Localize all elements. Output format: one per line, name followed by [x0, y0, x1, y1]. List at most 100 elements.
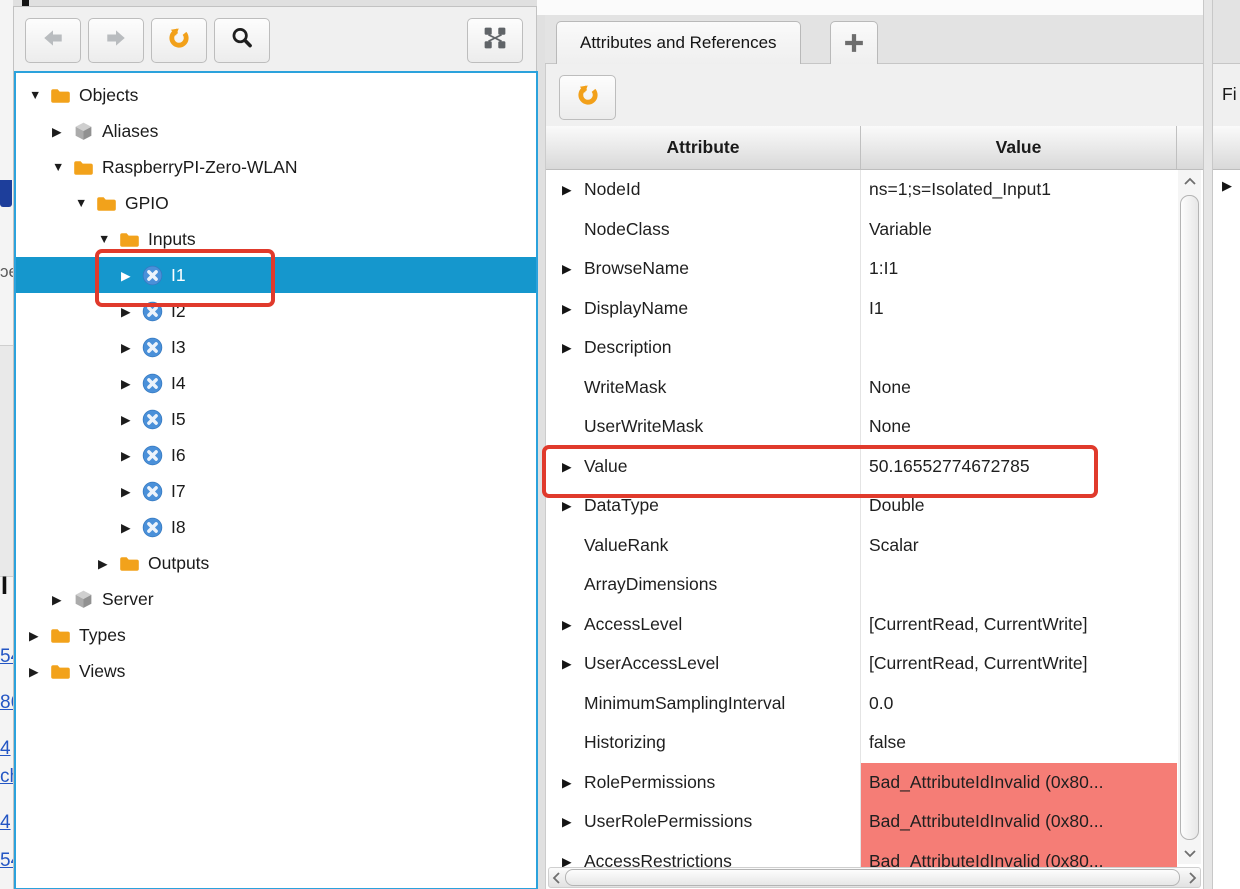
attribute-cell[interactable]: ▶DisplayName	[546, 289, 861, 329]
tree-item-i3[interactable]: ▶I3	[16, 329, 536, 365]
horizontal-scrollbar-thumb[interactable]	[565, 869, 1180, 886]
value-cell[interactable]: I1	[861, 289, 1177, 329]
tree-item-objects[interactable]: ▼Objects	[16, 77, 536, 113]
value-cell[interactable]: 50.16552774672785	[861, 447, 1177, 487]
attribute-cell[interactable]: ▶Description	[546, 328, 861, 368]
table-row[interactable]: ▶UserAccessLevel[CurrentRead, CurrentWri…	[546, 644, 1203, 684]
attribute-cell[interactable]: NodeClass	[546, 210, 861, 250]
chevron-down-icon[interactable]: ▼	[29, 88, 48, 102]
value-cell[interactable]: [CurrentRead, CurrentWrite]	[861, 605, 1177, 645]
horizontal-scrollbar[interactable]	[548, 867, 1201, 888]
chevron-right-icon[interactable]: ▶	[562, 261, 584, 276]
value-cell[interactable]: false	[861, 723, 1177, 763]
column-header-attribute[interactable]: Attribute	[546, 126, 861, 170]
tree-item-gpio[interactable]: ▼GPIO	[16, 185, 536, 221]
chevron-right-icon[interactable]: ▶	[121, 484, 140, 499]
refresh-button[interactable]	[151, 18, 207, 63]
vertical-scrollbar[interactable]	[1178, 170, 1201, 864]
value-cell[interactable]: None	[861, 407, 1177, 447]
attribute-cell[interactable]: ArrayDimensions	[546, 565, 861, 605]
panel-splitter[interactable]	[1203, 0, 1213, 889]
tree-item-views[interactable]: ▶Views	[16, 653, 536, 689]
tree-item-i2[interactable]: ▶I2	[16, 293, 536, 329]
attribute-cell[interactable]: ▶DataType	[546, 486, 861, 526]
back-button[interactable]	[25, 18, 81, 63]
scroll-down-button[interactable]	[1178, 842, 1201, 864]
value-cell[interactable]: ns=1;s=Isolated_Input1	[861, 170, 1177, 210]
chevron-right-icon[interactable]: ▶	[121, 376, 140, 391]
chevron-down-icon[interactable]: ▼	[52, 160, 71, 174]
tab-attributes-and-references[interactable]: Attributes and References	[556, 21, 801, 64]
tree-item-raspberrypi-zero-wlan[interactable]: ▼RaspberryPI-Zero-WLAN	[16, 149, 536, 185]
table-row[interactable]: ▶NodeIdns=1;s=Isolated_Input1	[546, 170, 1203, 210]
value-cell[interactable]	[861, 328, 1177, 368]
table-row[interactable]: ▶AccessLevel[CurrentRead, CurrentWrite]	[546, 605, 1203, 645]
chevron-right-icon[interactable]: ▶	[98, 556, 117, 571]
column-header-value[interactable]: Value	[861, 126, 1177, 170]
chevron-right-icon[interactable]: ▶	[562, 617, 584, 632]
attribute-cell[interactable]: UserWriteMask	[546, 407, 861, 447]
chevron-right-icon[interactable]: ▶	[562, 656, 584, 671]
attribute-cell[interactable]: Historizing	[546, 723, 861, 763]
value-cell[interactable]	[861, 565, 1177, 605]
table-row[interactable]: ▶Value50.16552774672785	[546, 447, 1203, 487]
attribute-cell[interactable]: ▶UserAccessLevel	[546, 644, 861, 684]
attribute-cell[interactable]: MinimumSamplingInterval	[546, 684, 861, 724]
table-row[interactable]: ValueRankScalar	[546, 526, 1203, 566]
tree-item-server[interactable]: ▶Server	[16, 581, 536, 617]
tree-item-i8[interactable]: ▶I8	[16, 509, 536, 545]
tree-item-outputs[interactable]: ▶Outputs	[16, 545, 536, 581]
value-cell[interactable]: Bad_AttributeIdInvalid (0x80...	[861, 802, 1177, 842]
tree-item-i1[interactable]: ▶I1	[16, 257, 536, 293]
chevron-right-icon[interactable]: ▶	[121, 412, 140, 427]
new-tab-button[interactable]	[830, 21, 878, 64]
chevron-right-icon[interactable]: ▶	[121, 520, 140, 535]
chevron-right-icon[interactable]: ▶	[562, 775, 584, 790]
tree-view[interactable]: ▼Objects▶Aliases▼RaspberryPI-Zero-WLAN▼G…	[14, 71, 538, 889]
tree-item-i4[interactable]: ▶I4	[16, 365, 536, 401]
value-cell[interactable]: 0.0	[861, 684, 1177, 724]
scroll-up-button[interactable]	[1178, 170, 1201, 192]
tree-item-i6[interactable]: ▶I6	[16, 437, 536, 473]
chevron-down-icon[interactable]: ▼	[75, 196, 94, 210]
value-cell[interactable]: Variable	[861, 210, 1177, 250]
node-graph-button[interactable]	[467, 18, 523, 63]
tree-item-aliases[interactable]: ▶Aliases	[16, 113, 536, 149]
table-row[interactable]: UserWriteMaskNone	[546, 407, 1203, 447]
chevron-right-icon[interactable]: ▶	[121, 304, 140, 319]
table-row[interactable]: ▶RolePermissionsBad_AttributeIdInvalid (…	[546, 763, 1203, 803]
table-row[interactable]: WriteMaskNone	[546, 368, 1203, 408]
chevron-right-icon[interactable]: ▶	[562, 459, 584, 474]
attribute-cell[interactable]: WriteMask	[546, 368, 861, 408]
chevron-right-icon[interactable]: ▶	[562, 301, 584, 316]
chevron-right-icon[interactable]: ▶	[562, 182, 584, 197]
chevron-right-icon[interactable]: ▶	[121, 340, 140, 355]
table-row[interactable]: Historizingfalse	[546, 723, 1203, 763]
value-cell[interactable]: 1:I1	[861, 249, 1177, 289]
search-button[interactable]	[214, 18, 270, 63]
table-row[interactable]: ▶DataTypeDouble	[546, 486, 1203, 526]
attribute-cell[interactable]: ▶AccessLevel	[546, 605, 861, 645]
value-cell[interactable]: Scalar	[861, 526, 1177, 566]
chevron-right-icon[interactable]: ▶	[1222, 178, 1232, 194]
attribute-cell[interactable]: ▶Value	[546, 447, 861, 487]
value-cell[interactable]: Double	[861, 486, 1177, 526]
chevron-right-icon[interactable]: ▶	[562, 498, 584, 513]
tree-item-i7[interactable]: ▶I7	[16, 473, 536, 509]
tree-item-inputs[interactable]: ▼Inputs	[16, 221, 536, 257]
attribute-cell[interactable]: ▶RolePermissions	[546, 763, 861, 803]
table-row[interactable]: MinimumSamplingInterval0.0	[546, 684, 1203, 724]
table-row[interactable]: ▶UserRolePermissionsBad_AttributeIdInval…	[546, 802, 1203, 842]
value-cell[interactable]: [CurrentRead, CurrentWrite]	[861, 644, 1177, 684]
table-row[interactable]: ▶DisplayNameI1	[546, 289, 1203, 329]
chevron-right-icon[interactable]: ▶	[121, 448, 140, 463]
chevron-right-icon[interactable]: ▶	[562, 340, 584, 355]
scroll-right-button[interactable]	[1185, 868, 1200, 887]
value-cell[interactable]: None	[861, 368, 1177, 408]
tree-item-i5[interactable]: ▶I5	[16, 401, 536, 437]
table-row[interactable]: ArrayDimensions	[546, 565, 1203, 605]
value-cell[interactable]: Bad_AttributeIdInvalid (0x80...	[861, 763, 1177, 803]
chevron-right-icon[interactable]: ▶	[562, 814, 584, 829]
attribute-cell[interactable]: ▶UserRolePermissions	[546, 802, 861, 842]
chevron-right-icon[interactable]: ▶	[29, 628, 48, 643]
